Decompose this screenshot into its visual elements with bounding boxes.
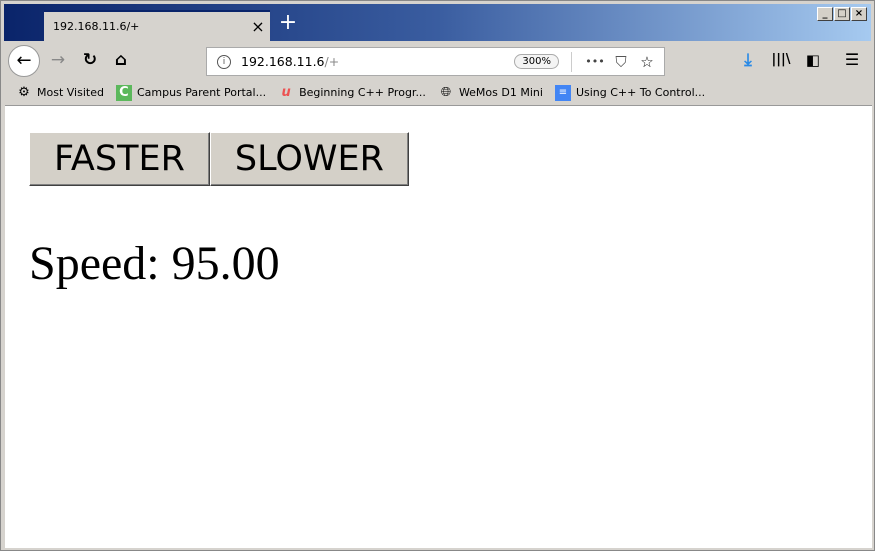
url-bar[interactable]: i 192.168.11.6/+ 300% ••• ⛉ ☆ — [206, 47, 665, 76]
nav-toolbar: ← → ↻ ⌂ i 192.168.11.6/+ 300% ••• ⛉ ☆ ⤓ … — [4, 41, 871, 81]
speed-readout: Speed: 95.00 — [29, 237, 280, 290]
library-icon[interactable]: |||\ — [769, 49, 793, 71]
new-tab-button[interactable]: + — [276, 10, 300, 35]
page-actions-button[interactable]: ••• — [582, 55, 608, 68]
maximize-button[interactable]: □ — [834, 7, 850, 21]
home-button[interactable]: ⌂ — [109, 49, 133, 71]
udemy-icon: u — [281, 85, 291, 100]
slower-button[interactable]: SLOWER — [209, 132, 409, 186]
button-group: FASTER SLOWER — [29, 132, 409, 186]
bookmarks-toolbar: ⚙ Most Visited C Campus Parent Portal... u… — [4, 81, 871, 104]
docs-icon: ≡ — [554, 84, 571, 101]
divider — [571, 51, 572, 72]
gear-icon: ⚙ — [18, 85, 30, 100]
tab-active[interactable]: 192.168.11.6/+ × — [44, 10, 270, 41]
reload-button[interactable]: ↻ — [78, 49, 102, 71]
bookmark-most-visited[interactable]: ⚙ Most Visited — [16, 85, 104, 101]
campus-c-icon: C — [115, 84, 132, 101]
page-content: FASTER SLOWER Speed: 95.00 — [5, 105, 872, 548]
back-button[interactable]: ← — [8, 45, 40, 77]
menu-icon[interactable]: ☰ — [840, 49, 864, 71]
minimize-button[interactable]: _ — [817, 7, 833, 21]
bookmark-star-icon[interactable]: ☆ — [634, 53, 660, 71]
tab-close-icon[interactable]: × — [246, 17, 270, 36]
tab-title: 192.168.11.6/+ — [53, 20, 140, 33]
bookmark-using-cpp[interactable]: ≡ Using C++ To Control... — [554, 84, 705, 101]
forward-button[interactable]: → — [46, 49, 70, 71]
info-icon[interactable]: i — [217, 54, 231, 69]
faster-button[interactable]: FASTER — [29, 132, 210, 186]
window-controls: _ □ × — [817, 7, 867, 21]
url-input[interactable]: 192.168.11.6/+ — [241, 54, 514, 69]
zoom-level-button[interactable]: 300% — [514, 54, 559, 69]
browser-window: 192.168.11.6/+ × + _ □ × ← → ↻ ⌂ i 192.1… — [0, 0, 875, 551]
sidebar-icon[interactable]: ◧ — [801, 49, 825, 71]
globe-icon: 🌐︎ — [440, 85, 452, 100]
download-icon[interactable]: ⤓ — [736, 49, 760, 71]
title-bar: 192.168.11.6/+ × + _ □ × — [4, 4, 871, 41]
bookmark-beginning-cpp[interactable]: u Beginning C++ Progr... — [278, 85, 426, 101]
pocket-icon[interactable]: ⛉ — [608, 53, 634, 71]
close-button[interactable]: × — [851, 7, 867, 21]
bookmark-wemos[interactable]: 🌐︎ WeMos D1 Mini — [438, 85, 543, 101]
bookmark-campus-parent-portal[interactable]: C Campus Parent Portal... — [115, 84, 266, 101]
